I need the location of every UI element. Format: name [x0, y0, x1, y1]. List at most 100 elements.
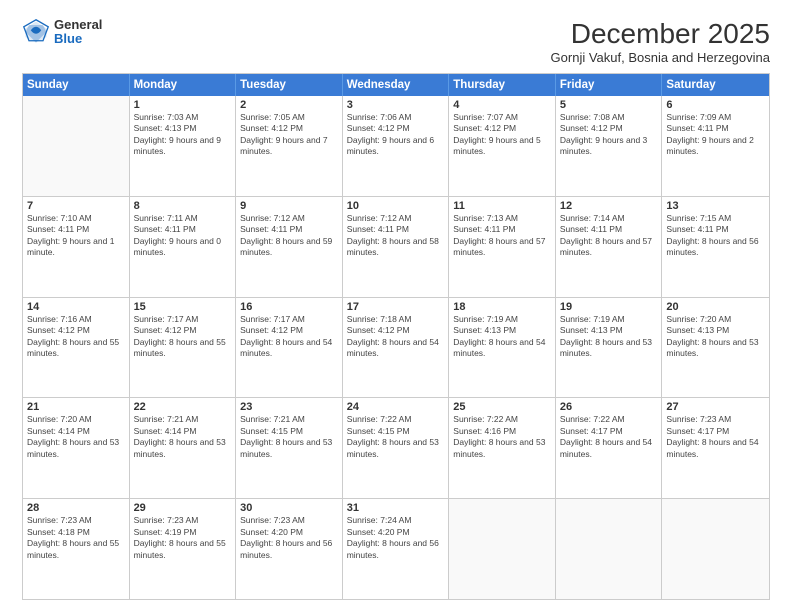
calendar-cell	[556, 499, 663, 599]
date-number: 25	[453, 401, 551, 413]
date-number: 5	[560, 99, 658, 111]
calendar-cell: 24Sunrise: 7:22 AMSunset: 4:15 PMDayligh…	[343, 398, 450, 498]
cell-info: Sunrise: 7:22 AMSunset: 4:15 PMDaylight:…	[347, 414, 445, 460]
calendar-cell: 21Sunrise: 7:20 AMSunset: 4:14 PMDayligh…	[23, 398, 130, 498]
cell-info: Sunrise: 7:08 AMSunset: 4:12 PMDaylight:…	[560, 112, 658, 158]
cell-info: Sunrise: 7:17 AMSunset: 4:12 PMDaylight:…	[240, 314, 338, 360]
calendar-cell: 5Sunrise: 7:08 AMSunset: 4:12 PMDaylight…	[556, 96, 663, 196]
cell-info: Sunrise: 7:10 AMSunset: 4:11 PMDaylight:…	[27, 213, 125, 259]
logo: General Blue	[22, 18, 102, 47]
calendar-cell	[449, 499, 556, 599]
calendar-row-2: 14Sunrise: 7:16 AMSunset: 4:12 PMDayligh…	[23, 297, 769, 398]
cell-info: Sunrise: 7:15 AMSunset: 4:11 PMDaylight:…	[666, 213, 765, 259]
cell-info: Sunrise: 7:19 AMSunset: 4:13 PMDaylight:…	[560, 314, 658, 360]
date-number: 17	[347, 301, 445, 313]
cell-info: Sunrise: 7:23 AMSunset: 4:20 PMDaylight:…	[240, 515, 338, 561]
date-number: 8	[134, 200, 232, 212]
date-number: 2	[240, 99, 338, 111]
calendar-cell: 18Sunrise: 7:19 AMSunset: 4:13 PMDayligh…	[449, 298, 556, 398]
cell-info: Sunrise: 7:22 AMSunset: 4:17 PMDaylight:…	[560, 414, 658, 460]
calendar-cell: 14Sunrise: 7:16 AMSunset: 4:12 PMDayligh…	[23, 298, 130, 398]
cell-info: Sunrise: 7:13 AMSunset: 4:11 PMDaylight:…	[453, 213, 551, 259]
calendar-row-0: 1Sunrise: 7:03 AMSunset: 4:13 PMDaylight…	[23, 96, 769, 196]
calendar-cell: 2Sunrise: 7:05 AMSunset: 4:12 PMDaylight…	[236, 96, 343, 196]
logo-general: General	[54, 18, 102, 32]
cell-info: Sunrise: 7:07 AMSunset: 4:12 PMDaylight:…	[453, 112, 551, 158]
day-name-tuesday: Tuesday	[236, 74, 343, 96]
date-number: 12	[560, 200, 658, 212]
date-number: 29	[134, 502, 232, 514]
day-name-wednesday: Wednesday	[343, 74, 450, 96]
calendar-row-1: 7Sunrise: 7:10 AMSunset: 4:11 PMDaylight…	[23, 196, 769, 297]
date-number: 23	[240, 401, 338, 413]
calendar: SundayMondayTuesdayWednesdayThursdayFrid…	[22, 73, 770, 600]
date-number: 28	[27, 502, 125, 514]
cell-info: Sunrise: 7:21 AMSunset: 4:14 PMDaylight:…	[134, 414, 232, 460]
date-number: 18	[453, 301, 551, 313]
title-block: December 2025 Gornji Vakuf, Bosnia and H…	[551, 18, 770, 65]
date-number: 4	[453, 99, 551, 111]
logo-text: General Blue	[54, 18, 102, 47]
calendar-title: December 2025	[551, 18, 770, 50]
date-number: 26	[560, 401, 658, 413]
cell-info: Sunrise: 7:17 AMSunset: 4:12 PMDaylight:…	[134, 314, 232, 360]
logo-blue: Blue	[54, 32, 102, 46]
calendar-cell: 19Sunrise: 7:19 AMSunset: 4:13 PMDayligh…	[556, 298, 663, 398]
page: General Blue December 2025 Gornji Vakuf,…	[0, 0, 792, 612]
cell-info: Sunrise: 7:19 AMSunset: 4:13 PMDaylight:…	[453, 314, 551, 360]
cell-info: Sunrise: 7:24 AMSunset: 4:20 PMDaylight:…	[347, 515, 445, 561]
calendar-cell: 29Sunrise: 7:23 AMSunset: 4:19 PMDayligh…	[130, 499, 237, 599]
header: General Blue December 2025 Gornji Vakuf,…	[22, 18, 770, 65]
calendar-row-4: 28Sunrise: 7:23 AMSunset: 4:18 PMDayligh…	[23, 498, 769, 599]
cell-info: Sunrise: 7:16 AMSunset: 4:12 PMDaylight:…	[27, 314, 125, 360]
calendar-cell: 6Sunrise: 7:09 AMSunset: 4:11 PMDaylight…	[662, 96, 769, 196]
calendar-cell: 10Sunrise: 7:12 AMSunset: 4:11 PMDayligh…	[343, 197, 450, 297]
cell-info: Sunrise: 7:20 AMSunset: 4:14 PMDaylight:…	[27, 414, 125, 460]
calendar-cell: 16Sunrise: 7:17 AMSunset: 4:12 PMDayligh…	[236, 298, 343, 398]
calendar-cell: 15Sunrise: 7:17 AMSunset: 4:12 PMDayligh…	[130, 298, 237, 398]
cell-info: Sunrise: 7:14 AMSunset: 4:11 PMDaylight:…	[560, 213, 658, 259]
cell-info: Sunrise: 7:11 AMSunset: 4:11 PMDaylight:…	[134, 213, 232, 259]
day-name-friday: Friday	[556, 74, 663, 96]
date-number: 10	[347, 200, 445, 212]
calendar-row-3: 21Sunrise: 7:20 AMSunset: 4:14 PMDayligh…	[23, 397, 769, 498]
day-name-thursday: Thursday	[449, 74, 556, 96]
date-number: 16	[240, 301, 338, 313]
calendar-cell: 30Sunrise: 7:23 AMSunset: 4:20 PMDayligh…	[236, 499, 343, 599]
calendar-cell: 27Sunrise: 7:23 AMSunset: 4:17 PMDayligh…	[662, 398, 769, 498]
cell-info: Sunrise: 7:21 AMSunset: 4:15 PMDaylight:…	[240, 414, 338, 460]
calendar-cell: 4Sunrise: 7:07 AMSunset: 4:12 PMDaylight…	[449, 96, 556, 196]
calendar-cell: 11Sunrise: 7:13 AMSunset: 4:11 PMDayligh…	[449, 197, 556, 297]
cell-info: Sunrise: 7:12 AMSunset: 4:11 PMDaylight:…	[240, 213, 338, 259]
calendar-cell: 17Sunrise: 7:18 AMSunset: 4:12 PMDayligh…	[343, 298, 450, 398]
cell-info: Sunrise: 7:20 AMSunset: 4:13 PMDaylight:…	[666, 314, 765, 360]
date-number: 15	[134, 301, 232, 313]
cell-info: Sunrise: 7:23 AMSunset: 4:18 PMDaylight:…	[27, 515, 125, 561]
calendar-cell: 25Sunrise: 7:22 AMSunset: 4:16 PMDayligh…	[449, 398, 556, 498]
day-name-sunday: Sunday	[23, 74, 130, 96]
cell-info: Sunrise: 7:12 AMSunset: 4:11 PMDaylight:…	[347, 213, 445, 259]
date-number: 9	[240, 200, 338, 212]
date-number: 24	[347, 401, 445, 413]
calendar-cell	[23, 96, 130, 196]
calendar-cell: 8Sunrise: 7:11 AMSunset: 4:11 PMDaylight…	[130, 197, 237, 297]
calendar-cell: 1Sunrise: 7:03 AMSunset: 4:13 PMDaylight…	[130, 96, 237, 196]
calendar-subtitle: Gornji Vakuf, Bosnia and Herzegovina	[551, 50, 770, 65]
calendar-cell: 23Sunrise: 7:21 AMSunset: 4:15 PMDayligh…	[236, 398, 343, 498]
cell-info: Sunrise: 7:09 AMSunset: 4:11 PMDaylight:…	[666, 112, 765, 158]
calendar-cell: 20Sunrise: 7:20 AMSunset: 4:13 PMDayligh…	[662, 298, 769, 398]
cell-info: Sunrise: 7:22 AMSunset: 4:16 PMDaylight:…	[453, 414, 551, 460]
cell-info: Sunrise: 7:06 AMSunset: 4:12 PMDaylight:…	[347, 112, 445, 158]
date-number: 22	[134, 401, 232, 413]
cell-info: Sunrise: 7:23 AMSunset: 4:17 PMDaylight:…	[666, 414, 765, 460]
cell-info: Sunrise: 7:18 AMSunset: 4:12 PMDaylight:…	[347, 314, 445, 360]
cell-info: Sunrise: 7:23 AMSunset: 4:19 PMDaylight:…	[134, 515, 232, 561]
date-number: 31	[347, 502, 445, 514]
date-number: 30	[240, 502, 338, 514]
date-number: 19	[560, 301, 658, 313]
date-number: 3	[347, 99, 445, 111]
calendar-cell: 31Sunrise: 7:24 AMSunset: 4:20 PMDayligh…	[343, 499, 450, 599]
day-name-monday: Monday	[130, 74, 237, 96]
date-number: 27	[666, 401, 765, 413]
day-name-saturday: Saturday	[662, 74, 769, 96]
